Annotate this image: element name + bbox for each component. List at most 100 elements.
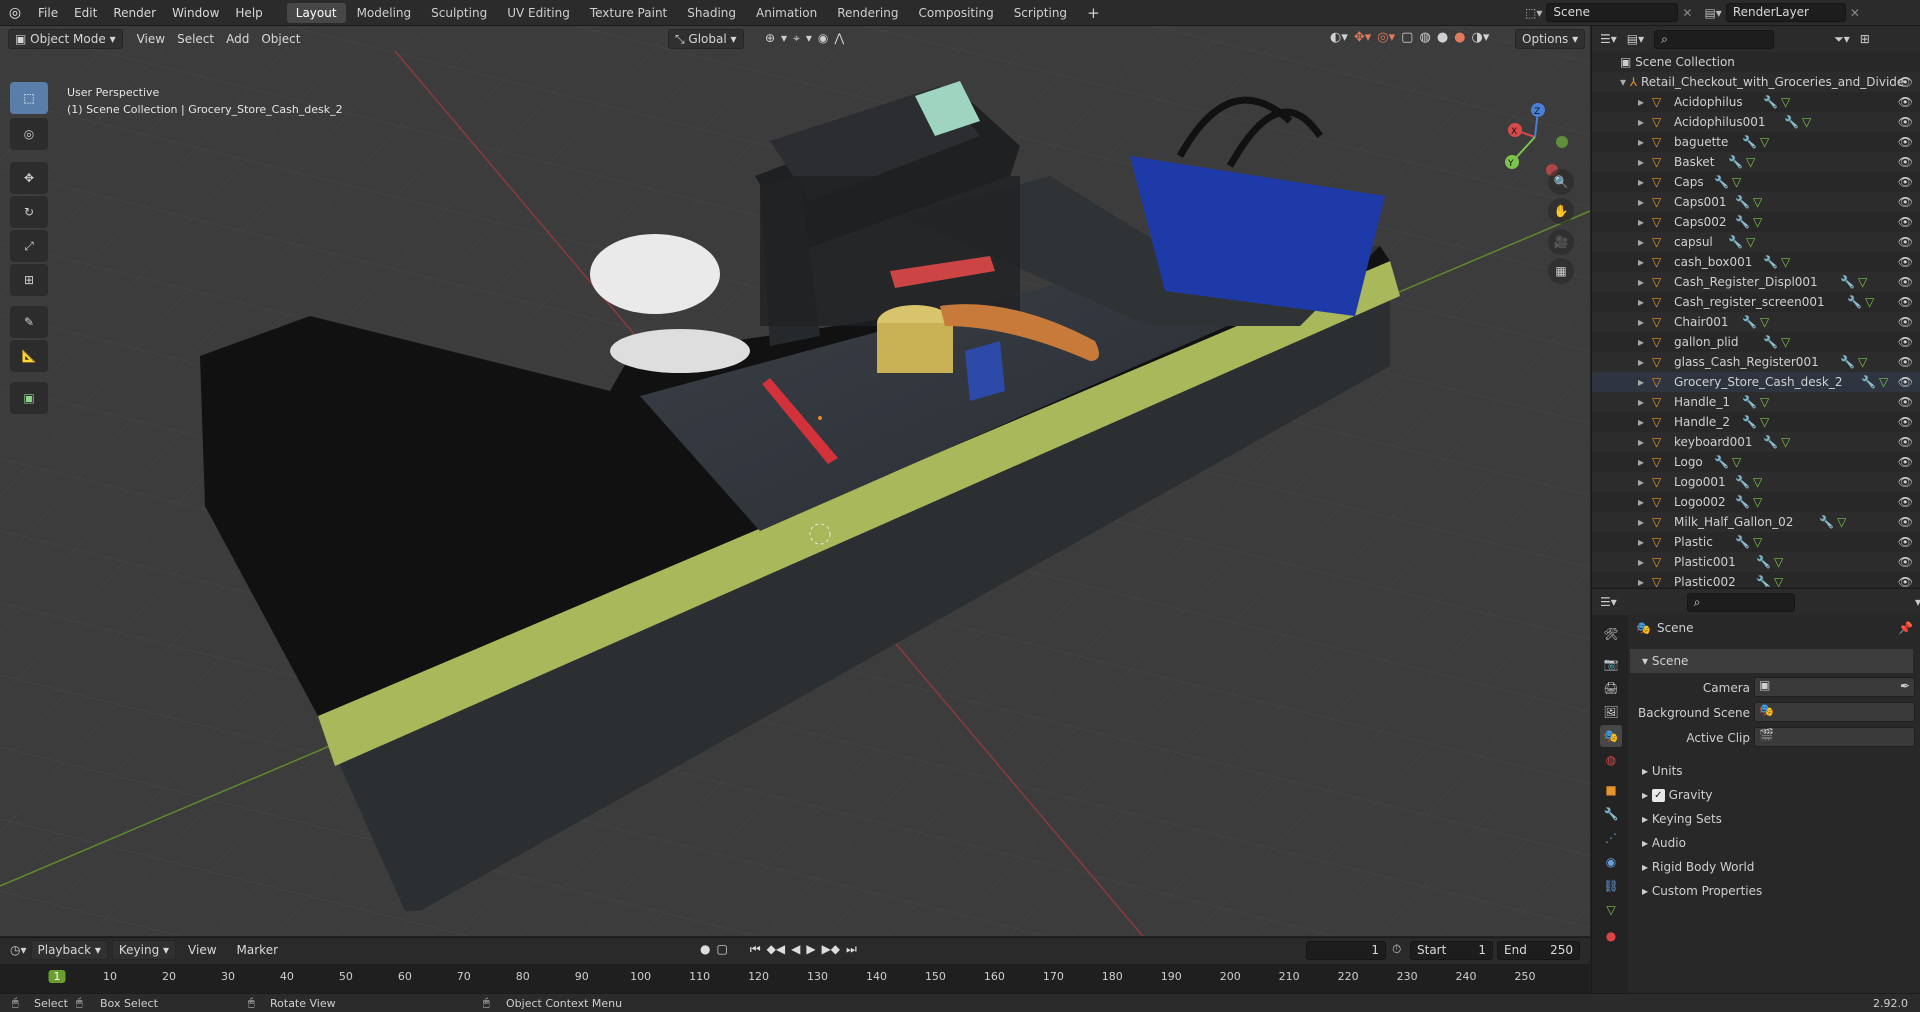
filter-icon[interactable]: ⏷▾: [1834, 32, 1850, 47]
tab-shading[interactable]: Shading: [678, 3, 745, 23]
view-layer-icon[interactable]: ▤▾: [1704, 6, 1721, 20]
outliner-item[interactable]: ▸ ▽ Plastic002 🔧 ▽ 👁: [1592, 572, 1920, 587]
modifier-icon[interactable]: 🔧: [1728, 232, 1743, 252]
modifier-icon[interactable]: 🔧: [1763, 432, 1778, 452]
select-box-tool[interactable]: ⬚: [10, 82, 48, 114]
tab-modeling[interactable]: Modeling: [348, 3, 421, 23]
expand-icon[interactable]: ▸: [1638, 352, 1644, 372]
ortho-toggle-button[interactable]: ▦: [1548, 258, 1574, 284]
close-view-layer-icon[interactable]: ✕: [1850, 6, 1860, 20]
modifier-icon[interactable]: 🔧: [1714, 172, 1729, 192]
gravity-checkbox[interactable]: ✓: [1651, 789, 1665, 802]
visibility-eye-icon[interactable]: 👁: [1898, 92, 1913, 112]
outliner-item[interactable]: ▸ ▽ Caps002 🔧 ▽ 👁: [1592, 212, 1920, 232]
outliner-item[interactable]: ▸ ▽ baguette 🔧 ▽ 👁: [1592, 132, 1920, 152]
viewport-menu-view[interactable]: View: [129, 26, 173, 52]
outliner-item[interactable]: ▸ ▽ Acidophilus 🔧 ▽ 👁: [1592, 92, 1920, 112]
visibility-eye-icon[interactable]: 👁: [1898, 192, 1913, 212]
modifier-icon[interactable]: 🔧: [1763, 252, 1778, 272]
camera-field[interactable]: ▣ ✒: [1754, 677, 1915, 697]
modifier-icon[interactable]: 🔧: [1847, 292, 1862, 312]
end-frame-field[interactable]: End 250: [1497, 941, 1580, 960]
mesh-data-icon[interactable]: ▽: [1865, 292, 1874, 312]
expand-icon[interactable]: ▸: [1638, 252, 1644, 272]
properties-editor-type-icon[interactable]: ☰▾: [1600, 595, 1617, 609]
outliner-item[interactable]: ▸ ▽ cash_box001 🔧 ▽ 👁: [1592, 252, 1920, 272]
outliner-item[interactable]: ▸ ▽ Logo002 🔧 ▽ 👁: [1592, 492, 1920, 512]
modifier-tab[interactable]: 🔧: [1600, 803, 1622, 825]
solid-shading-icon[interactable]: ●: [1437, 30, 1448, 45]
visibility-eye-icon[interactable]: 👁: [1898, 132, 1913, 152]
modifier-icon[interactable]: 🔧: [1819, 512, 1834, 532]
outliner-collection[interactable]: ▾ ⅄ Retail_Checkout_with_Groceries_and_D…: [1592, 72, 1920, 92]
mesh-data-icon[interactable]: ▽: [1774, 572, 1783, 587]
viewport-menu-object[interactable]: Object: [253, 26, 308, 52]
material-shading-icon[interactable]: ●: [1454, 30, 1465, 45]
annotate-tool[interactable]: ✎: [10, 306, 48, 338]
world-tab[interactable]: ◍: [1600, 749, 1622, 771]
expand-icon[interactable]: ▸: [1638, 172, 1644, 192]
modifier-icon[interactable]: 🔧: [1742, 392, 1757, 412]
visibility-eye-icon[interactable]: 👁: [1898, 412, 1913, 432]
modifier-icon[interactable]: 🔧: [1742, 132, 1757, 152]
modifier-icon[interactable]: 🔧: [1840, 272, 1855, 292]
mesh-data-icon[interactable]: ▽: [1781, 332, 1790, 352]
outliner-item[interactable]: ▸ ▽ Plastic001 🔧 ▽ 👁: [1592, 552, 1920, 572]
play-icon[interactable]: ▶: [806, 942, 815, 957]
modifier-icon[interactable]: 🔧: [1735, 212, 1750, 232]
visibility-eye-icon[interactable]: 👁: [1898, 312, 1913, 332]
modifier-icon[interactable]: 🔧: [1756, 572, 1771, 587]
current-frame-field[interactable]: 1: [1306, 941, 1386, 960]
expand-icon[interactable]: ▸: [1638, 192, 1644, 212]
visibility-eye-icon[interactable]: 👁: [1898, 172, 1913, 192]
modifier-icon[interactable]: 🔧: [1763, 332, 1778, 352]
expand-icon[interactable]: ▾: [1620, 75, 1630, 89]
expand-icon[interactable]: ▸: [1638, 132, 1644, 152]
start-frame-field[interactable]: Start 1: [1410, 941, 1493, 960]
render-tab[interactable]: 📷: [1600, 653, 1622, 675]
visibility-eye-icon[interactable]: 👁: [1898, 252, 1913, 272]
modifier-icon[interactable]: 🔧: [1735, 192, 1750, 212]
pivot-icon[interactable]: ⊕▾: [765, 31, 793, 45]
mesh-data-icon[interactable]: ▽: [1746, 232, 1755, 252]
outliner-item[interactable]: ▸ ▽ Logo 🔧 ▽ 👁: [1592, 452, 1920, 472]
outliner-item[interactable]: ▸ ▽ Cash_register_screen001 🔧 ▽ 👁: [1592, 292, 1920, 312]
scene-tab[interactable]: 🎭: [1600, 725, 1622, 747]
transform-tool[interactable]: ⊞: [10, 264, 48, 296]
tab-sculpting[interactable]: Sculpting: [422, 3, 496, 23]
record-icon[interactable]: ●: [700, 942, 710, 957]
modifier-icon[interactable]: 🔧: [1784, 112, 1799, 132]
tab-scripting[interactable]: Scripting: [1005, 3, 1076, 23]
expand-icon[interactable]: ▸: [1638, 492, 1644, 512]
active-clip-field[interactable]: 🎬: [1754, 727, 1915, 747]
data-tab[interactable]: ▽: [1600, 899, 1622, 921]
audio-section[interactable]: ▸ Audio: [1630, 831, 1913, 855]
mesh-data-icon[interactable]: ▽: [1858, 352, 1867, 372]
timeline-editor-icon[interactable]: ◷▾: [10, 943, 27, 957]
output-tab[interactable]: 🖨: [1600, 677, 1622, 699]
material-tab[interactable]: ●: [1600, 925, 1622, 947]
modifier-icon[interactable]: 🔧: [1840, 352, 1855, 372]
mesh-data-icon[interactable]: ▽: [1753, 492, 1762, 512]
zoom-button[interactable]: 🔍: [1548, 169, 1574, 195]
modifier-icon[interactable]: 🔧: [1763, 92, 1778, 112]
outliner-item[interactable]: ▸ ▽ Chair001 🔧 ▽ 👁: [1592, 312, 1920, 332]
outliner-item[interactable]: ▸ ▽ glass_Cash_Register001 🔧 ▽ 👁: [1592, 352, 1920, 372]
mesh-data-icon[interactable]: ▽: [1781, 92, 1790, 112]
measure-tool[interactable]: 📐: [10, 340, 48, 372]
tab-compositing[interactable]: Compositing: [909, 3, 1002, 23]
modifier-icon[interactable]: 🔧: [1728, 152, 1743, 172]
visibility-eye-icon[interactable]: 👁: [1898, 292, 1913, 312]
tool-tab[interactable]: 🛠: [1600, 623, 1622, 645]
pin-icon[interactable]: 📌: [1898, 621, 1913, 635]
cursor-tool[interactable]: ◎: [10, 118, 48, 150]
add-cube-tool[interactable]: ▣: [10, 382, 48, 414]
outliner-item[interactable]: ▸ ▽ Cash_Register_Displ001 🔧 ▽ 👁: [1592, 272, 1920, 292]
eyedropper-icon[interactable]: ✒: [1900, 679, 1910, 693]
3d-viewport[interactable]: ▣ Object Mode ▾ View Select Add Object ⤡…: [0, 26, 1590, 936]
expand-icon[interactable]: ▸: [1638, 152, 1644, 172]
view-layer-tab[interactable]: 🖼: [1600, 701, 1622, 723]
visibility-eye-icon[interactable]: 👁: [1898, 392, 1913, 412]
rendered-shading-icon[interactable]: ◑▾: [1472, 30, 1490, 45]
modifier-icon[interactable]: 🔧: [1861, 372, 1876, 392]
